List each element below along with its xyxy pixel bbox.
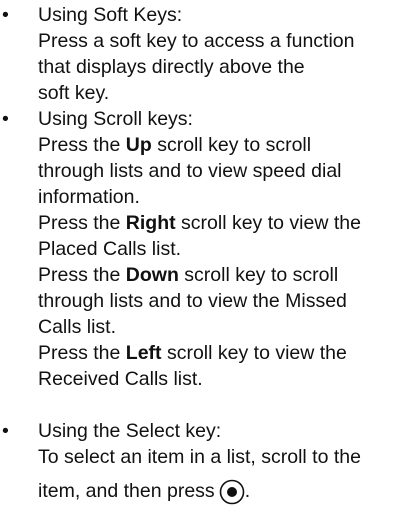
section-heading: Using Scroll keys: [38,108,193,130]
bullet-marker: • [2,108,9,130]
key-name-left: Left [125,342,162,364]
text-line: To select an item in a list, scroll to t… [38,446,361,468]
key-name-down: Down [125,264,179,286]
text-span: Press the [38,212,126,234]
text-line: through lists and to view the Missed [38,290,347,312]
bullet-content: Using the Select key: To select an item … [38,418,398,505]
text-line: Press a soft key to access a function [38,30,355,52]
select-key-icon [219,479,245,505]
bullet-content: Using Soft Keys: Press a soft key to acc… [38,2,398,106]
text-line: information. [38,186,140,208]
section-heading: Using the Select key: [38,420,222,442]
bullet-marker: • [2,4,9,26]
text-line: soft key. [38,82,110,104]
text-line: that displays directly above the [38,56,305,78]
key-name-right: Right [125,212,176,234]
text-line: Received Calls list. [38,368,203,390]
text-span: scroll key to scroll [178,264,339,286]
key-name-up: Up [125,134,152,156]
text-line: through lists and to view speed dial [38,160,342,182]
text-span: Press the [38,264,126,286]
text-line: Placed Calls list. [38,238,182,260]
bullet-marker: • [2,420,9,442]
text-span: scroll key to scroll [151,134,312,156]
section-heading: Using Soft Keys: [38,4,183,26]
text-span: Press the [38,342,126,364]
text-line: Calls list. [38,316,117,338]
up-key-line: Press the Up scroll key to scroll [38,132,398,158]
text-span: item, and then press [38,480,215,502]
bullet-content: Using Scroll keys: Press the Up scroll k… [38,106,398,392]
text-span: . [244,480,251,502]
select-key-line: item, and then press. [38,478,398,505]
text-span: scroll key to view the [161,342,347,364]
document-page: • Using Soft Keys: Press a soft key to a… [0,0,398,521]
text-span: scroll key to view the [175,212,361,234]
text-span: Press the [38,134,126,156]
down-key-line: Press the Down scroll key to scroll [38,262,398,288]
left-key-line: Press the Left scroll key to view the [38,340,398,366]
right-key-line: Press the Right scroll key to view the [38,210,398,236]
